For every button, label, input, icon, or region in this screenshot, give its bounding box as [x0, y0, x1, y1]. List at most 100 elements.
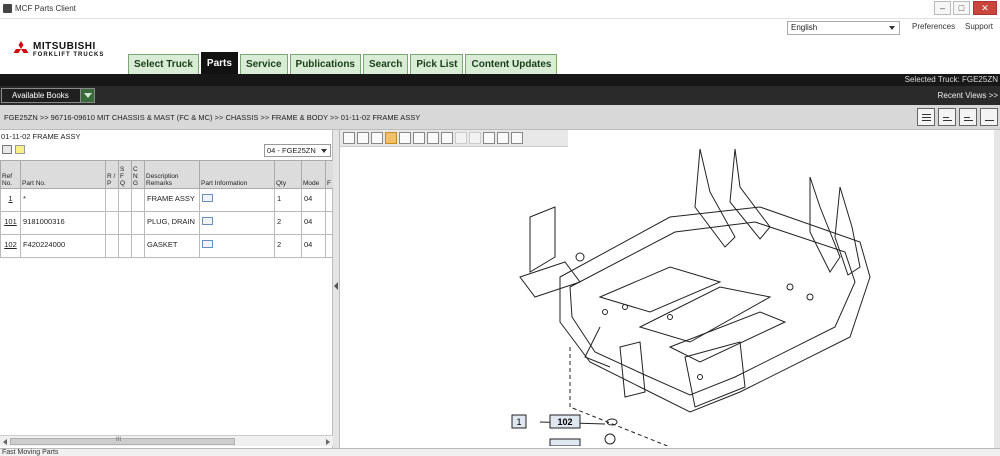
- logo-subtitle: FORKLIFT TRUCKS: [33, 52, 105, 58]
- frame-assembly-drawing[interactable]: 1 102: [340, 147, 994, 446]
- zoom-in-icon[interactable]: [357, 132, 369, 144]
- image-view-icon[interactable]: [980, 108, 998, 126]
- horizontal-scrollbar[interactable]: III: [0, 435, 333, 446]
- scroll-left-icon[interactable]: [3, 439, 7, 445]
- title-bar: MCF Parts Client ‒ □ ✕: [0, 0, 1000, 19]
- chevron-down-icon: [321, 149, 327, 153]
- note-icon[interactable]: [15, 145, 25, 154]
- collapse-left-icon[interactable]: [334, 282, 338, 290]
- recent-views-link[interactable]: Recent Views >>: [938, 91, 998, 100]
- col-description[interactable]: Description Remarks: [144, 160, 200, 189]
- table-row[interactable]: 101 9181000316 PLUG, DRAIN 2 04: [0, 211, 334, 235]
- table-row[interactable]: 102 F420224000 GASKET 2 04: [0, 234, 334, 258]
- zoom-window-icon[interactable]: [427, 132, 439, 144]
- qty: 2: [274, 234, 302, 258]
- scroll-thumb[interactable]: III: [10, 437, 235, 445]
- comment-icon[interactable]: [2, 145, 12, 154]
- part-info-icon[interactable]: [202, 217, 213, 225]
- mitsubishi-logo: MITSUBISHI FORKLIFT TRUCKS: [13, 39, 118, 61]
- tab-parts[interactable]: Parts: [200, 52, 238, 74]
- part-no: *: [20, 188, 106, 212]
- part-no: F420224000: [20, 234, 106, 258]
- magnify-icon[interactable]: [399, 132, 411, 144]
- table-row[interactable]: 1 * FRAME ASSY 1 04: [0, 188, 334, 212]
- description: PLUG, DRAIN: [144, 211, 200, 235]
- books-bar: Available Books Recent Views >>: [0, 86, 1000, 105]
- forward-icon[interactable]: [469, 132, 481, 144]
- part-info-cell: [199, 234, 275, 258]
- print-icon[interactable]: [371, 132, 383, 144]
- model-value: 04 - FGE25ZN: [267, 146, 316, 155]
- col-part-information[interactable]: Part Information: [199, 160, 275, 189]
- mode: 04: [301, 211, 326, 235]
- app-header: MITSUBISHI FORKLIFT TRUCKS Select Truck …: [0, 19, 1000, 74]
- description: GASKET: [144, 234, 200, 258]
- part-no: 9181000316: [20, 211, 106, 235]
- close-button[interactable]: ✕: [973, 1, 997, 15]
- list-view-icon[interactable]: [917, 108, 935, 126]
- description: FRAME ASSY: [144, 188, 200, 212]
- main-tabs: Select Truck Parts Service Publications …: [128, 52, 558, 74]
- ref-link[interactable]: 101: [0, 211, 21, 235]
- diamonds-icon: [13, 41, 29, 53]
- pan-hand-icon[interactable]: [385, 132, 397, 144]
- ref-link[interactable]: 1: [0, 188, 21, 212]
- export-icon[interactable]: [938, 108, 956, 126]
- illustration-panel: 1 102: [340, 130, 1000, 448]
- ref-link[interactable]: 102: [0, 234, 21, 258]
- app-icon: [3, 4, 12, 13]
- zoom-out-icon[interactable]: [413, 132, 425, 144]
- part-info-cell: [199, 188, 275, 212]
- support-link[interactable]: Support: [965, 22, 993, 31]
- image-toolbar: [340, 130, 568, 147]
- available-books-dropdown[interactable]: Available Books: [1, 88, 95, 103]
- breadcrumb[interactable]: FGE25ZN >> 96716-09610 MIT CHASSIS & MAS…: [4, 113, 420, 122]
- preferences-link[interactable]: Preferences: [912, 22, 955, 31]
- col-ref-no[interactable]: Ref No.: [0, 160, 21, 189]
- chevron-down-icon[interactable]: [80, 89, 94, 102]
- logo-brand: MITSUBISHI: [33, 41, 96, 52]
- rotate-icon[interactable]: [441, 132, 453, 144]
- tab-content-updates[interactable]: Content Updates: [465, 54, 558, 74]
- callout-1-label: 1: [516, 417, 521, 427]
- available-books-label: Available Books: [12, 91, 69, 100]
- tab-pick-list[interactable]: Pick List: [410, 54, 464, 74]
- col-qty[interactable]: Qty: [274, 160, 302, 189]
- window-title: MCF Parts Client: [15, 4, 76, 13]
- tab-service[interactable]: Service: [239, 54, 288, 74]
- vertical-scrollbar[interactable]: [994, 130, 1000, 448]
- col-mode[interactable]: Mode: [301, 160, 326, 189]
- maximize-button[interactable]: □: [953, 1, 970, 15]
- part-info-icon[interactable]: [202, 194, 213, 202]
- part-info-cell: [199, 211, 275, 235]
- col-cng[interactable]: C N G: [131, 160, 145, 189]
- mode: 04: [301, 188, 326, 212]
- tab-select-truck[interactable]: Select Truck: [128, 54, 199, 74]
- chevron-down-icon: [889, 26, 895, 30]
- mode: 04: [301, 234, 326, 258]
- status-bar: Fast Moving Parts: [0, 448, 1000, 456]
- table-header: Ref No. Part No. R / P S F Q C N G Descr…: [0, 160, 334, 189]
- col-rp[interactable]: R / P: [105, 160, 119, 189]
- model-select[interactable]: 04 - FGE25ZN: [264, 144, 331, 157]
- split-view-icon[interactable]: [959, 108, 977, 126]
- parts-table: Ref No. Part No. R / P S F Q C N G Descr…: [0, 160, 334, 258]
- settings-icon[interactable]: [511, 132, 523, 144]
- view-toolbar: [917, 108, 998, 126]
- export-image-icon[interactable]: [497, 132, 509, 144]
- tab-search[interactable]: Search: [362, 54, 409, 74]
- panel-splitter[interactable]: [333, 130, 340, 448]
- zoom-fit-icon[interactable]: [343, 132, 355, 144]
- copy-icon[interactable]: [483, 132, 495, 144]
- minimize-button[interactable]: ‒: [934, 1, 951, 15]
- part-info-icon[interactable]: [202, 240, 213, 248]
- language-select[interactable]: English: [787, 21, 900, 35]
- selected-truck: Selected Truck: FGE25ZN: [904, 75, 998, 84]
- scroll-right-icon[interactable]: [326, 439, 330, 445]
- back-icon[interactable]: [455, 132, 467, 144]
- col-sfq[interactable]: S F Q: [118, 160, 132, 189]
- tab-publications[interactable]: Publications: [289, 54, 361, 74]
- callout-102-label: 102: [557, 417, 572, 427]
- col-part-no[interactable]: Part No.: [20, 160, 106, 189]
- parts-list-panel: 01-11-02 FRAME ASSY 04 - FGE25ZN Ref No.…: [0, 130, 334, 448]
